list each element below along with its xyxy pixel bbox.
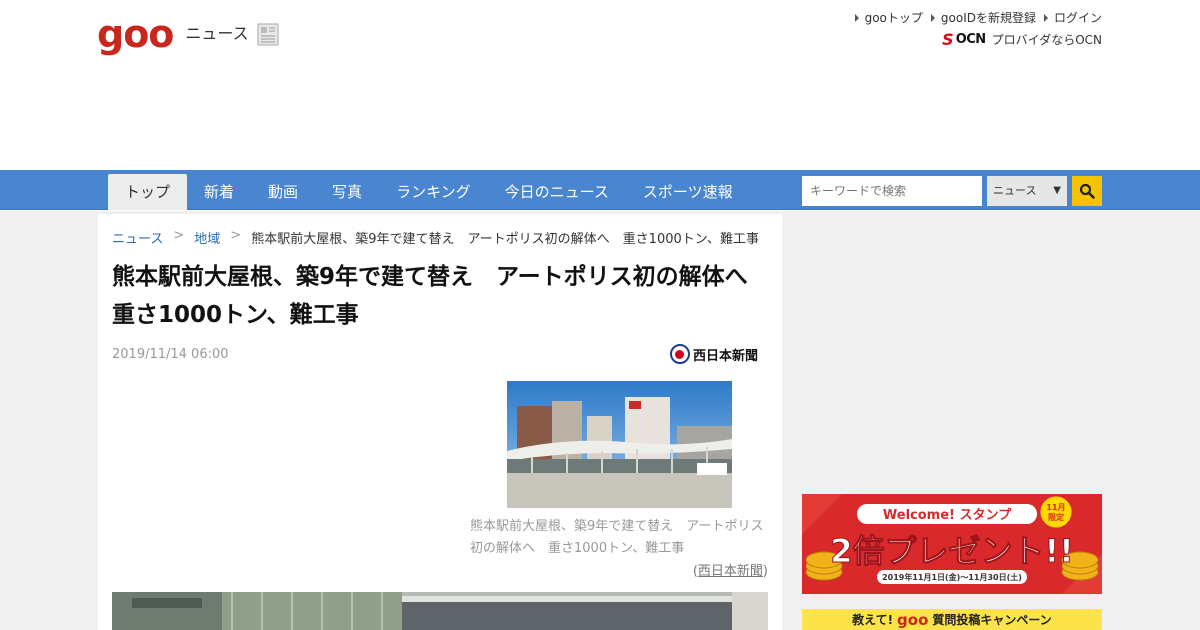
station-roof-photo [507,381,732,508]
article-title: 熊本駅前大屋根、築9年で建て替え アートポリス初の解体へ 重さ1000トン、難工… [112,264,771,328]
source-logo[interactable]: 西日本新聞 [669,344,758,364]
tab-top[interactable]: トップ [108,174,188,210]
news-section-label: ニュース [185,24,249,43]
search-input[interactable] [802,176,982,206]
photo-credit: (西日本新聞) [692,564,768,579]
photo-caption: 熊本駅前大屋根、築9年で建て替え アートポリス初の解体へ 重さ1000トン、難工… [470,519,764,556]
stamp-campaign-graphic: Welcome! スタンプ 11月 限定 2倍プレゼント!! 2019年11月1… [802,494,1102,594]
tab-new[interactable]: 新着 [187,174,251,210]
ocn-mark-icon: S [942,30,954,49]
link-register-gooid[interactable]: gooIDを新規登録 [930,9,1036,26]
goo-logo[interactable]: goo [97,14,174,54]
stamp-campaign-banner[interactable]: Welcome! スタンプ 11月 限定 2倍プレゼント!! 2019年11月1… [802,494,1102,594]
tab-video[interactable]: 動画 [251,174,315,210]
article-date: 2019/11/14 06:00 [112,347,229,362]
nishinippon-logo-icon [669,344,690,364]
link-login[interactable]: ログイン [1043,9,1102,26]
ocn-logo[interactable]: S OCN [942,30,986,49]
article: ニュース > 地域 > 熊本駅前大屋根、築9年で建て替え アートポリス初の解体へ… [98,214,782,630]
banner-welcome-title: Welcome! スタンプ [883,508,1012,523]
goo-small-logo: goo [897,610,929,629]
ocn-promo-text[interactable]: プロバイダならOCN [992,31,1102,48]
breadcrumb-news[interactable]: ニュース [112,228,163,247]
top-links: gooトップ gooIDを新規登録 ログイン [854,9,1102,26]
breadcrumb-current: 熊本駅前大屋根、築9年で建て替え アートポリス初の解体へ 重さ1000トン、難工… [251,232,759,247]
banner2-prefix: 教えて! [852,613,894,627]
tab-today-news[interactable]: 今日のニュース [488,174,626,210]
article-photo[interactable] [507,381,732,508]
search-icon [1079,183,1095,199]
station-building-photo [112,592,768,630]
nav-tabs: トップ 新着 動画 写真 ランキング 今日のニュース スポーツ速報 [108,174,750,210]
tab-photo[interactable]: 写真 [315,174,379,210]
breadcrumb-separator: > [173,228,185,243]
article-photo-main[interactable] [112,592,768,630]
banner-double-present: 2倍プレゼント!! [830,532,1073,570]
search-button[interactable] [1072,176,1102,206]
tab-ranking[interactable]: ランキング [379,174,488,210]
main-nav: トップ 新着 動画 写真 ランキング 今日のニュース スポーツ速報 ニュース ▼ [0,170,1200,210]
search-bar: ニュース ▼ [802,176,1102,206]
newspaper-icon [257,23,279,46]
question-campaign-banner[interactable]: 教えて! goo 質問投稿キャンペーン [802,609,1102,630]
dropdown-arrow-icon: ▼ [1053,185,1061,196]
triangle-right-icon [1043,13,1048,22]
triangle-right-icon [930,13,935,22]
ocn-promo[interactable]: S OCN プロバイダならOCN [942,30,1102,49]
breadcrumb-separator: > [230,228,242,243]
link-goo-top[interactable]: gooトップ [854,9,923,26]
photo-credit-link[interactable]: 西日本新聞 [698,564,763,579]
triangle-right-icon [854,13,859,22]
banner2-text: 質問投稿キャンペーン [932,613,1052,627]
goo-news-logo[interactable]: goo ニュース [97,14,281,54]
tab-sports[interactable]: スポーツ速報 [626,174,750,210]
search-scope-select[interactable]: ニュース ▼ [987,176,1067,206]
banner-period: 2019年11月1日(金)〜11月30日(土) [882,572,1022,582]
site-header: goo ニュース gooトップ gooIDを新規登録 ログイン S OCN プロ… [0,0,1200,170]
breadcrumb-region[interactable]: 地域 [194,228,220,247]
banner-badge-month: 11月 [1046,503,1065,512]
breadcrumb: ニュース > 地域 > 熊本駅前大屋根、築9年で建て替え アートポリス初の解体へ… [112,228,768,247]
banner-badge-word: 限定 [1048,512,1064,522]
